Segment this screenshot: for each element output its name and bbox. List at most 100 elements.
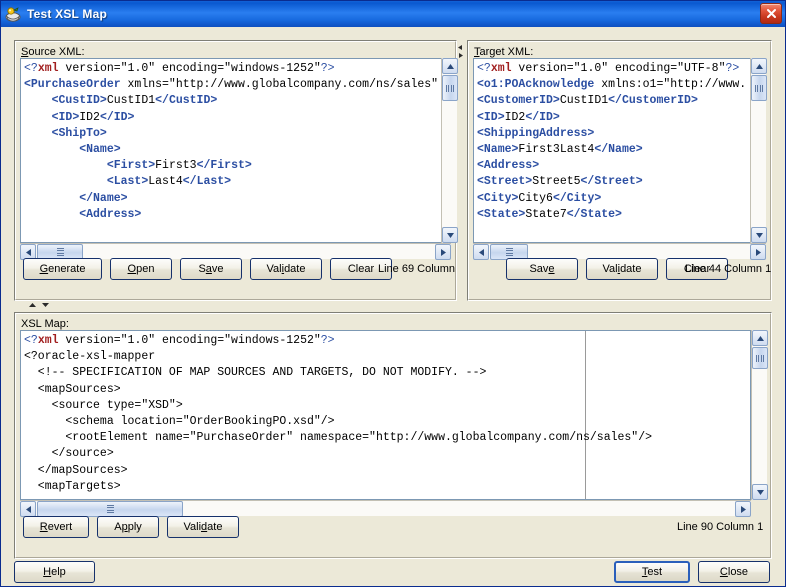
code-line: </source> bbox=[24, 447, 114, 461]
code-line: <City>City6</City> bbox=[477, 191, 602, 205]
close-icon[interactable] bbox=[760, 3, 782, 24]
source-scroll-right-button[interactable] bbox=[435, 244, 451, 260]
source-xml-code: <?xml version="1.0" encoding="windows-12… bbox=[24, 61, 438, 223]
test-button[interactable]: Test bbox=[614, 561, 690, 583]
button-label: Apply bbox=[114, 521, 142, 533]
code-line: <ShipTo> bbox=[51, 126, 107, 140]
help-button-label: elp bbox=[51, 566, 66, 578]
button-label: Generate bbox=[39, 263, 86, 275]
code-line: <Address> bbox=[79, 207, 142, 221]
source-generate-button[interactable]: Generate bbox=[23, 258, 102, 280]
code-line: <!-- SPECIFICATION OF MAP SOURCES AND TA… bbox=[24, 366, 487, 380]
split-collapse-left-icon[interactable] bbox=[457, 45, 464, 50]
horizontal-split-divider[interactable] bbox=[14, 303, 772, 310]
button-label: Open bbox=[127, 263, 155, 275]
button-label: Validate bbox=[602, 263, 642, 275]
source-save-button[interactable]: Save bbox=[180, 258, 242, 280]
test-xsl-map-window: Test XSL Map Source XML: <?xml version="… bbox=[0, 0, 786, 587]
source-scroll-thumb[interactable] bbox=[442, 75, 458, 101]
scroll-thumb-grip bbox=[106, 504, 114, 514]
button-label: Validate bbox=[183, 521, 223, 533]
split-collapse-up-icon[interactable] bbox=[28, 302, 37, 308]
target-xml-label-text: arget XML: bbox=[479, 46, 534, 58]
code-line: <?xml version="1.0" encoding="windows-12… bbox=[24, 334, 335, 347]
xslmap-hscroll-thumb[interactable] bbox=[37, 501, 183, 517]
xslmap-scroll-up-button[interactable] bbox=[752, 330, 768, 346]
target-horizontal-scrollbar[interactable] bbox=[473, 243, 766, 260]
scroll-thumb-grip bbox=[445, 84, 455, 92]
code-line: </mapSources> bbox=[24, 463, 128, 477]
split-collapse-down-icon[interactable] bbox=[41, 302, 50, 308]
code-line: <o1:POAcknowledge xmlns:o1="http://www. bbox=[477, 78, 747, 92]
xslmap-scroll-thumb[interactable] bbox=[752, 347, 768, 369]
target-scroll-right-button[interactable] bbox=[750, 244, 766, 260]
source-scroll-down-button[interactable] bbox=[442, 227, 458, 243]
code-line: <schema location="OrderBookingPO.xsd"/> bbox=[24, 415, 335, 429]
source-horizontal-scrollbar[interactable] bbox=[20, 243, 451, 260]
button-label: Save bbox=[529, 263, 555, 275]
xslmap-scroll-left-button[interactable] bbox=[20, 501, 36, 517]
code-line: </Name> bbox=[79, 191, 128, 205]
code-line: <?oracle-xsl-mapper bbox=[24, 350, 156, 364]
code-line: <Name> bbox=[79, 143, 121, 157]
code-line: <Name>First3Last4</Name> bbox=[477, 143, 643, 157]
code-line: <ID>ID2</ID> bbox=[51, 110, 135, 124]
xslmap-validate-button[interactable]: Validate bbox=[167, 516, 239, 538]
target-status-text: Line 44 Column 1 bbox=[685, 263, 772, 275]
target-scroll-left-button[interactable] bbox=[473, 244, 489, 260]
vertical-split-divider[interactable] bbox=[458, 40, 465, 301]
xslmap-apply-button[interactable]: Apply bbox=[97, 516, 159, 538]
source-scroll-up-button[interactable] bbox=[442, 58, 458, 74]
target-xml-label: Target XML: bbox=[474, 46, 534, 58]
scroll-thumb-grip bbox=[505, 247, 513, 257]
code-line: <State>State7</State> bbox=[477, 207, 622, 221]
target-xml-code: <?xml version="1.0" encoding="UTF-8"?> <… bbox=[477, 61, 746, 223]
code-line: <PurchaseOrder xmlns="http://www.globalc… bbox=[24, 78, 439, 92]
xsl-map-status-text: Line 90 Column 1 bbox=[677, 521, 764, 533]
target-validate-button[interactable]: Validate bbox=[586, 258, 658, 280]
source-open-button[interactable]: Open bbox=[110, 258, 172, 280]
xsl-map-label: XSL Map: bbox=[21, 318, 69, 330]
code-line: <rootElement name="PurchaseOrder" namesp… bbox=[24, 431, 653, 445]
scroll-thumb-grip bbox=[56, 247, 64, 257]
target-scroll-thumb[interactable] bbox=[751, 75, 767, 101]
app-icon bbox=[5, 6, 22, 23]
target-save-button[interactable]: Save bbox=[506, 258, 578, 280]
target-scroll-down-button[interactable] bbox=[751, 227, 767, 243]
close-button-label: lose bbox=[727, 566, 749, 578]
xslmap-vertical-scrollbar[interactable] bbox=[751, 330, 768, 500]
code-line: <source type="XSD"> bbox=[24, 398, 183, 412]
code-line: <First>First3</First> bbox=[106, 159, 252, 173]
target-vertical-scrollbar[interactable] bbox=[750, 58, 767, 243]
code-line: <mapSources> bbox=[24, 382, 121, 396]
xslmap-horizontal-scrollbar[interactable] bbox=[20, 500, 751, 517]
window-title: Test XSL Map bbox=[27, 7, 107, 21]
code-line: <CustomerID>CustID1</CustomerID> bbox=[477, 94, 698, 108]
xsl-map-editor[interactable]: <?xml version="1.0" encoding="windows-12… bbox=[20, 330, 751, 500]
title-bar: Test XSL Map bbox=[1, 1, 785, 27]
code-line: <?xml version="1.0" encoding="UTF-8"?> bbox=[477, 62, 740, 75]
target-xml-editor[interactable]: <?xml version="1.0" encoding="UTF-8"?> <… bbox=[473, 58, 766, 243]
source-xml-editor[interactable]: <?xml version="1.0" encoding="windows-12… bbox=[20, 58, 451, 243]
xslmap-revert-button[interactable]: Revert bbox=[23, 516, 89, 538]
xslmap-scroll-right-button[interactable] bbox=[735, 501, 751, 517]
button-label: Clear bbox=[347, 263, 375, 275]
code-line: <ID>ID2</ID> bbox=[477, 110, 560, 124]
target-scroll-up-button[interactable] bbox=[751, 58, 767, 74]
source-validate-button[interactable]: Validate bbox=[250, 258, 322, 280]
source-xml-label-text: ource XML: bbox=[28, 46, 85, 58]
code-line: <Last>Last4</Last> bbox=[106, 175, 232, 189]
source-xml-label: Source XML: bbox=[21, 46, 85, 58]
code-line: <ShippingAddress> bbox=[477, 126, 595, 140]
test-button-label: est bbox=[647, 566, 663, 578]
close-button[interactable]: Close bbox=[698, 561, 770, 583]
xslmap-scroll-down-button[interactable] bbox=[752, 484, 768, 500]
split-collapse-right-icon[interactable] bbox=[457, 53, 464, 58]
code-line: <CustID>CustID1</CustID> bbox=[51, 94, 218, 108]
xsl-map-code: <?xml version="1.0" encoding="windows-12… bbox=[24, 333, 652, 495]
scroll-thumb-grip bbox=[755, 354, 765, 362]
help-button[interactable]: Help bbox=[14, 561, 95, 583]
source-vertical-scrollbar[interactable] bbox=[441, 58, 458, 243]
scroll-thumb-grip bbox=[754, 84, 764, 92]
code-line: <?xml version="1.0" encoding="windows-12… bbox=[24, 62, 335, 75]
